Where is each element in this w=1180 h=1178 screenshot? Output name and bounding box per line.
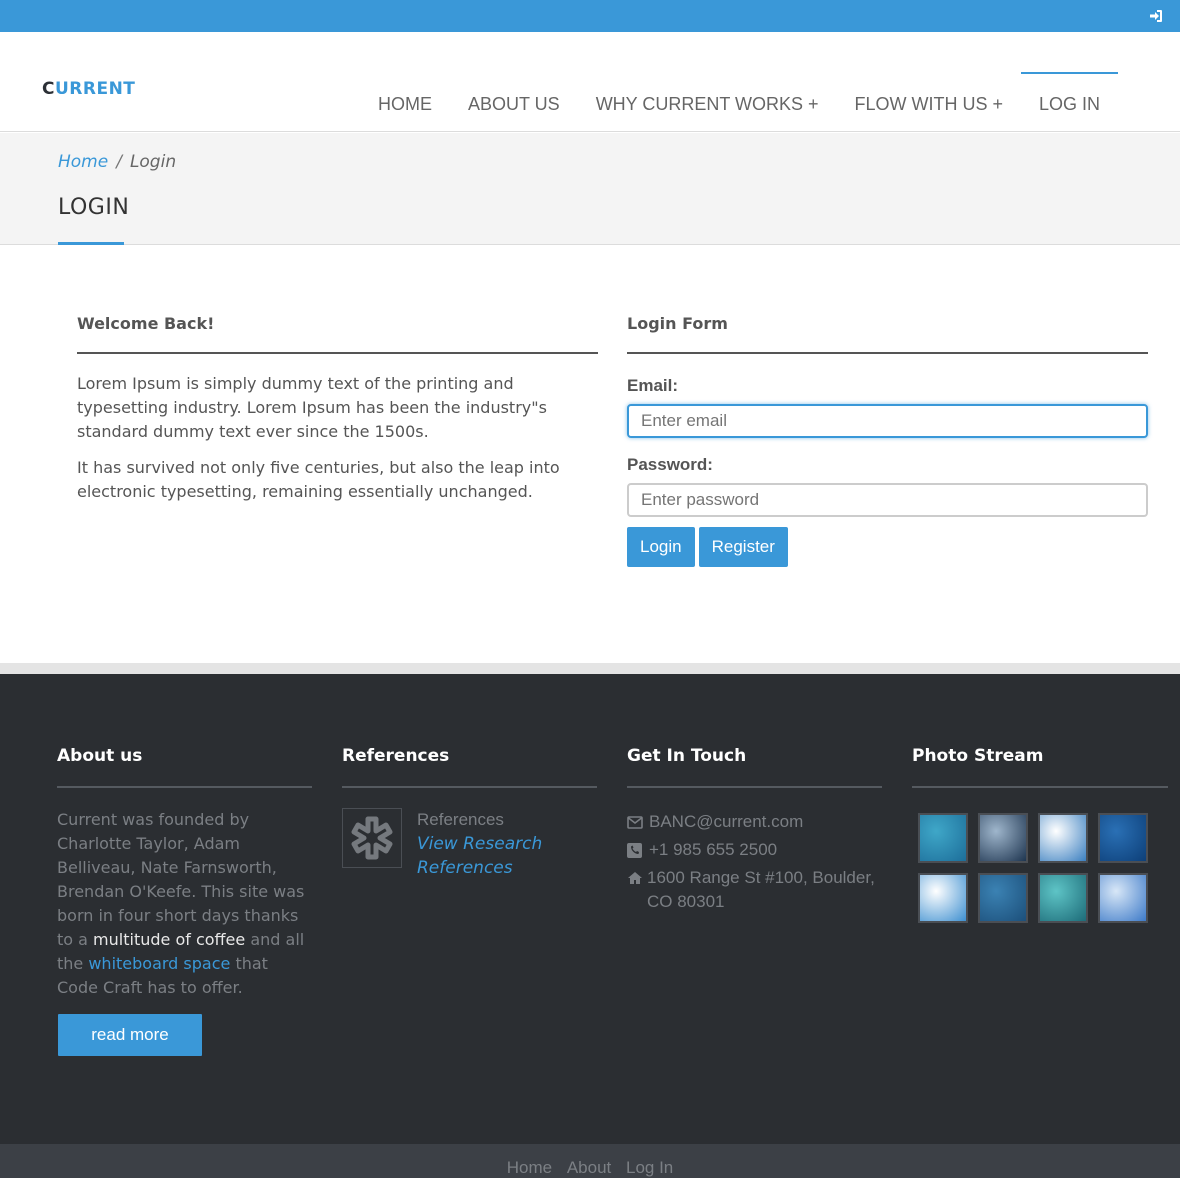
email-field[interactable] (627, 404, 1148, 438)
breadcrumb-home-link[interactable]: Home (58, 152, 108, 172)
bottom-links: Home About Log In (0, 1144, 1180, 1178)
whiteboard-space-link[interactable]: whiteboard space (88, 954, 230, 973)
page-title: LOGIN (58, 195, 130, 220)
photo-thumbnail[interactable] (978, 813, 1028, 863)
photo-thumbnail[interactable] (1098, 873, 1148, 923)
main-nav: HOME ABOUT US WHY CURRENT WORKS + FLOW W… (360, 72, 1119, 132)
form-buttons: Login Register (627, 527, 1148, 567)
view-research-references-link[interactable]: View Research References (417, 832, 577, 880)
contact-list: BANC@current.com +1 985 655 2500 1600 Ra… (627, 810, 882, 914)
register-button[interactable]: Register (698, 527, 788, 567)
photo-thumbnail[interactable] (1038, 813, 1088, 863)
contact-phone: +1 985 655 2500 (649, 840, 778, 859)
footer-photo-stream: Photo Stream (912, 746, 1168, 923)
footer-contact: Get In Touch BANC@current.com +1 985 655… (627, 746, 882, 918)
login-button[interactable]: Login (627, 527, 695, 567)
breadcrumb-separator: / (116, 152, 122, 172)
login-form-heading: Login Form (627, 312, 1148, 354)
home-icon (627, 866, 643, 890)
photo-thumbnail[interactable] (1098, 813, 1148, 863)
login-form-heading-text: Login Form (627, 314, 728, 333)
welcome-heading: Welcome Back! (77, 312, 598, 354)
reference-title: References (417, 810, 504, 829)
photo-thumbnail[interactable] (978, 873, 1028, 923)
reference-thumbnail[interactable] (342, 808, 402, 868)
bottom-link-log-in[interactable]: Log In (626, 1158, 673, 1177)
about-text-part-1: Current was founded by Charlotte Taylor,… (57, 810, 305, 949)
photo-grid (918, 813, 1168, 923)
contact-address: 1600 Range St #100, Boulder, CO 80301 (647, 868, 875, 911)
contact-address-row: 1600 Range St #100, Boulder, CO 80301 (627, 866, 882, 914)
contact-email[interactable]: BANC@current.com (649, 810, 803, 834)
bottom-link-home[interactable]: Home (507, 1158, 552, 1177)
photo-thumbnail[interactable] (1038, 873, 1088, 923)
footer-about: About us Current was founded by Charlott… (57, 746, 312, 1056)
nav-log-in[interactable]: LOG IN (1021, 72, 1119, 132)
about-highlight: multitude of coffee (93, 930, 246, 949)
footer-about-text: Current was founded by Charlotte Taylor,… (57, 808, 312, 1000)
site-footer: About us Current was founded by Charlott… (0, 674, 1180, 1144)
bottom-link-about[interactable]: About (567, 1158, 611, 1177)
bottom-bar: Home About Log In (0, 1144, 1180, 1178)
login-form-section: Login Form Email: Password: Login Regist… (627, 312, 1148, 567)
welcome-section: Welcome Back! Lorem Ipsum is simply dumm… (77, 312, 598, 504)
site-header: CURRENT HOME ABOUT US WHY CURRENT WORKS … (0, 32, 1180, 132)
phone-icon (627, 838, 645, 862)
photo-thumbnail[interactable] (918, 873, 968, 923)
password-field[interactable] (627, 483, 1148, 517)
welcome-heading-text: Welcome Back! (77, 314, 215, 333)
logo-rest: URRENT (54, 79, 136, 99)
read-more-button[interactable]: read more (58, 1014, 202, 1056)
asterisk-logo-icon (351, 816, 393, 860)
password-label: Password: (627, 455, 713, 474)
footer-references-heading: References (342, 746, 597, 788)
footer-about-heading: About us (57, 746, 312, 788)
email-label: Email: (627, 376, 679, 395)
breadcrumb: Home / Login (58, 152, 176, 172)
reference-item: References View Research References (342, 808, 597, 878)
title-underline (58, 242, 124, 245)
welcome-paragraph-1: Lorem Ipsum is simply dummy text of the … (77, 374, 547, 441)
nav-flow-with-us[interactable]: FLOW WITH US + (837, 72, 1022, 132)
sign-in-icon[interactable] (1148, 8, 1164, 24)
photo-thumbnail[interactable] (918, 813, 968, 863)
welcome-paragraph-2: It has survived not only five centuries,… (77, 458, 560, 501)
logo-first-letter: C (42, 79, 55, 99)
nav-about-us[interactable]: ABOUT US (450, 72, 578, 132)
top-bar (0, 0, 1180, 32)
nav-why-current-works[interactable]: WHY CURRENT WORKS + (578, 72, 837, 132)
envelope-icon (627, 810, 645, 834)
brand-logo[interactable]: CURRENT (42, 79, 135, 99)
contact-phone-row: +1 985 655 2500 (627, 838, 882, 862)
contact-email-row: BANC@current.com (627, 810, 882, 834)
footer-separator (0, 663, 1180, 674)
page-heading-band: Home / Login LOGIN (0, 133, 1180, 245)
footer-references: References References View Research Refe… (342, 746, 597, 878)
footer-photo-stream-heading: Photo Stream (912, 746, 1168, 788)
nav-home[interactable]: HOME (360, 72, 450, 132)
footer-contact-heading: Get In Touch (627, 746, 882, 788)
breadcrumb-current: Login (129, 152, 177, 172)
